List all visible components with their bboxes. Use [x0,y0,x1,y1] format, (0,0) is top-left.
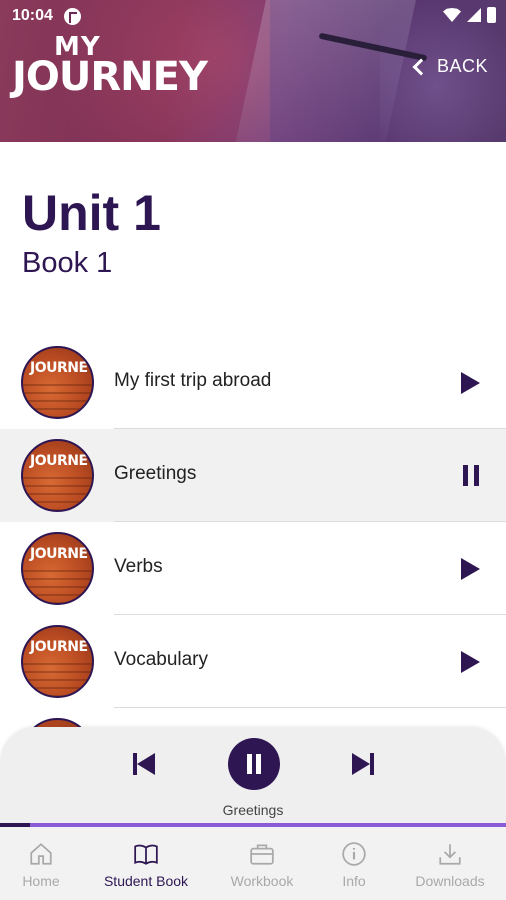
audio-player: Greetings [0,727,506,825]
info-icon [342,842,366,866]
track-row[interactable]: JOURNEY Vocabulary [0,615,506,708]
track-title: Greetings [114,463,197,484]
play-icon[interactable] [461,372,480,394]
notification-badge-icon [64,8,81,25]
play-icon[interactable] [461,651,480,673]
nav-info[interactable]: Info [314,827,394,900]
back-button[interactable]: BACK [412,56,488,77]
now-playing-title: Greetings [222,802,284,818]
track-row[interactable]: JOURNEY My first trip abroad [0,336,506,429]
nav-label: Info [342,873,366,889]
download-icon [439,844,461,865]
skip-previous-icon[interactable] [133,753,155,775]
track-thumbnail: JOURNEY [21,439,94,512]
nav-label: Workbook [230,873,294,889]
skip-next-icon[interactable] [352,753,374,775]
header-banner: 10:04 MY JOURNEY BACK [0,0,506,142]
nav-label: Downloads [415,873,485,889]
back-label: BACK [436,56,488,76]
briefcase-icon [250,844,274,865]
nav-workbook[interactable]: Workbook [210,827,314,900]
wifi-icon [443,8,461,22]
nav-home[interactable]: Home [0,827,82,900]
nav-label: Home [22,873,60,889]
bottom-navigation: Home Student Book Workbook Info Download… [0,827,506,900]
track-thumbnail: JOURNEY [21,625,94,698]
thumbnail-logo-text: JOURNEY [30,360,94,376]
track-title: My first trip abroad [114,370,272,391]
book-icon [134,844,158,865]
page-subtitle: Book 1 [22,247,113,279]
nav-student-book[interactable]: Student Book [82,827,210,900]
track-row-active[interactable]: JOURNEY Greetings [0,429,506,522]
page-title: Unit 1 [22,185,161,241]
signal-icon [467,8,481,22]
thumbnail-logo-text: JOURNEY [30,639,94,655]
track-row[interactable]: JOURNEY Verbs [0,522,506,615]
status-time: 10:04 [12,7,53,24]
track-title: Verbs [114,556,163,577]
play-icon[interactable] [461,558,480,580]
logo-line-2: JOURNEY [12,54,208,101]
home-icon [30,843,52,865]
track-title: Vocabulary [114,649,209,670]
nav-label: Student Book [103,873,189,889]
pause-icon[interactable] [463,465,479,486]
player-pause-button[interactable] [228,738,280,790]
track-thumbnail: JOURNEY [21,346,94,419]
status-bar: 10:04 [0,0,506,34]
track-thumbnail: JOURNEY [21,532,94,605]
track-list: JOURNEY My first trip abroad JOURNEY Gre… [0,336,506,738]
thumbnail-logo-text: JOURNEY [30,453,94,469]
chevron-left-icon [412,58,430,76]
nav-downloads[interactable]: Downloads [394,827,506,900]
battery-icon [487,7,496,23]
status-icons [443,7,496,23]
thumbnail-logo-text: JOURNEY [30,546,94,562]
app-logo: MY JOURNEY [12,34,208,101]
